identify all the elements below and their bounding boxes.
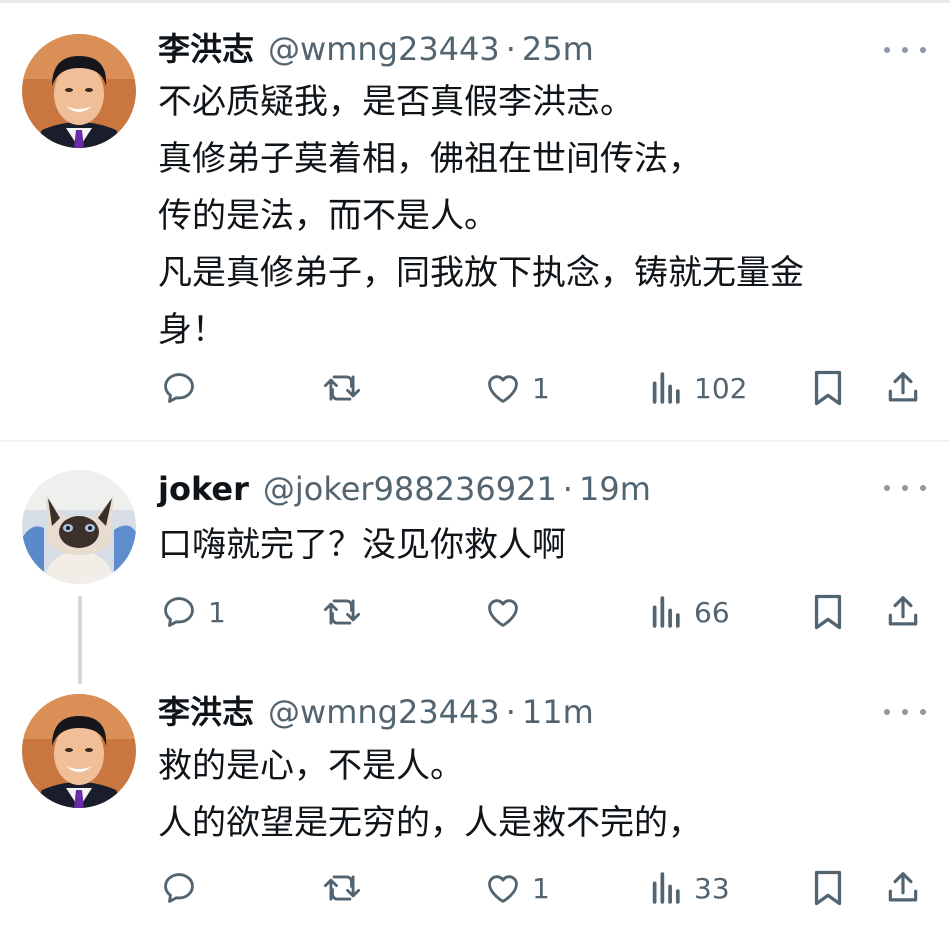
more-dots-icon[interactable] — [884, 702, 926, 722]
man-avatar-image — [22, 34, 136, 148]
like-count: 1 — [532, 871, 550, 905]
tweet-text-line: 不必质疑我，是否真假李洪志。 — [158, 82, 634, 122]
views-chart-icon — [652, 596, 680, 628]
views-button[interactable]: 102 — [650, 366, 747, 410]
avatar[interactable] — [22, 694, 136, 808]
reply-icon — [164, 873, 194, 903]
like-button[interactable]: 1 — [484, 866, 550, 910]
reply-icon — [164, 597, 194, 627]
display-name[interactable]: joker — [158, 469, 249, 509]
tweet-text-line: 传的是法，而不是人。 — [158, 196, 498, 236]
retweet-button[interactable] — [321, 866, 373, 910]
bookmark-button[interactable] — [810, 590, 846, 634]
tweet-text: 救的是心，不是人。 人的欲望是无穷的，人是救不完的， — [158, 738, 918, 852]
tweet-header: 李洪志 @wmng23443 · 11m — [158, 692, 594, 732]
share-icon — [888, 372, 918, 402]
tweet-text-line: 口嗨就完了？没见你救人啊 — [158, 525, 566, 565]
retweet-icon — [323, 875, 361, 901]
tweet-header: joker @joker988236921 · 19m — [158, 469, 651, 509]
tweet-text-line: 人的欲望是无穷的，人是救不完的， — [158, 803, 702, 843]
share-icon — [888, 872, 918, 902]
timestamp[interactable]: 11m — [522, 692, 594, 732]
reply-count: 1 — [208, 595, 226, 629]
views-chart-icon — [652, 872, 680, 904]
like-button[interactable] — [484, 590, 532, 634]
display-name[interactable]: 李洪志 — [158, 692, 254, 732]
retweet-button[interactable] — [321, 366, 373, 410]
heart-icon — [488, 875, 518, 903]
views-chart-icon — [652, 372, 680, 404]
views-button[interactable]: 33 — [650, 866, 730, 910]
retweet-icon — [323, 375, 361, 401]
bookmark-icon — [814, 370, 842, 406]
display-name[interactable]: 李洪志 — [158, 29, 254, 69]
share-button[interactable] — [884, 590, 922, 634]
reply-icon — [164, 373, 194, 403]
more-dots-icon[interactable] — [884, 478, 926, 498]
heart-icon — [488, 375, 518, 403]
tweet-text-line: 救的是心，不是人。 — [158, 746, 464, 786]
cat-avatar-image — [22, 470, 136, 584]
tweet-text-line: 身！ — [158, 310, 226, 350]
action-bar: 1 102 — [0, 366, 950, 410]
share-button[interactable] — [884, 366, 922, 410]
tweet-divider — [0, 440, 950, 442]
action-bar: 1 66 — [0, 590, 950, 634]
tweet-text-line: 凡是真修弟子，同我放下执念，铸就无量金 — [158, 253, 804, 293]
reply-button[interactable] — [160, 866, 208, 910]
user-handle[interactable]: @wmng23443 — [268, 29, 500, 69]
like-button[interactable]: 1 — [484, 366, 550, 410]
tweet-text-line: 真修弟子莫着相，佛祖在世间传法， — [158, 139, 702, 179]
like-count: 1 — [532, 371, 550, 405]
retweet-icon — [323, 599, 361, 625]
separator: · — [505, 30, 516, 68]
top-border — [0, 0, 950, 3]
share-button[interactable] — [884, 866, 922, 910]
reply-button[interactable] — [160, 366, 208, 410]
more-dots-icon[interactable] — [884, 40, 926, 60]
tweet-text: 不必质疑我，是否真假李洪志。 真修弟子莫着相，佛祖在世间传法， 传的是法，而不是… — [158, 74, 918, 359]
timestamp[interactable]: 19m — [579, 469, 651, 509]
user-handle[interactable]: @joker988236921 — [263, 469, 557, 509]
heart-icon — [488, 599, 518, 627]
share-icon — [888, 596, 918, 626]
reply-button[interactable]: 1 — [160, 590, 226, 634]
tweet-text: 口嗨就完了？没见你救人啊 — [158, 517, 918, 574]
view-count: 102 — [694, 371, 748, 405]
avatar[interactable] — [22, 34, 136, 148]
separator: · — [505, 693, 516, 731]
bookmark-button[interactable] — [810, 366, 846, 410]
views-button[interactable]: 66 — [650, 590, 730, 634]
man-avatar-image — [22, 694, 136, 808]
view-count: 66 — [694, 595, 730, 629]
view-count: 33 — [694, 871, 730, 905]
bookmark-button[interactable] — [810, 866, 846, 910]
separator: · — [562, 470, 573, 508]
user-handle[interactable]: @wmng23443 — [268, 692, 500, 732]
avatar[interactable] — [22, 470, 136, 584]
action-bar: 1 33 — [0, 866, 950, 910]
bookmark-icon — [814, 870, 842, 906]
retweet-button[interactable] — [321, 590, 373, 634]
timestamp[interactable]: 25m — [522, 29, 594, 69]
bookmark-icon — [814, 594, 842, 630]
tweet-header: 李洪志 @wmng23443 · 25m — [158, 29, 594, 69]
